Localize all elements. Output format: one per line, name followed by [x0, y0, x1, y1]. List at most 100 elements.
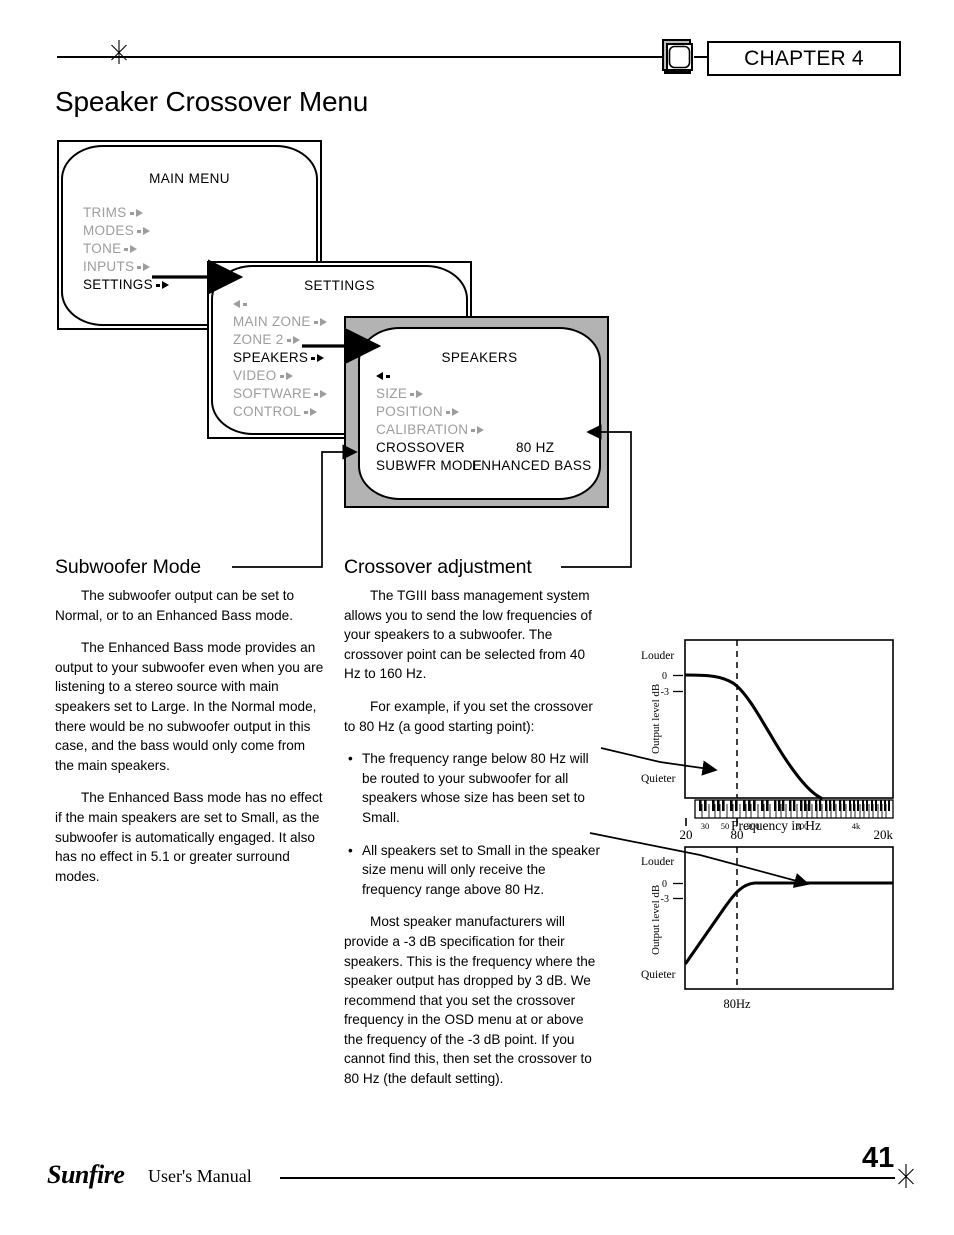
chevron-right-icon — [319, 318, 327, 327]
page-number: 41 — [862, 1142, 895, 1174]
chart-lowpass-response: Louder Quieter 0 -3 Output level dB 30 5… — [637, 636, 899, 841]
chevron-right-icon — [410, 393, 415, 396]
menu-item-inputs[interactable]: INPUTS — [83, 259, 151, 274]
menu-back-arrow[interactable] — [233, 296, 247, 311]
menu-item-label: CALIBRATION — [376, 422, 469, 437]
menu-item-software[interactable]: SOFTWARE — [233, 386, 328, 401]
footer-rule — [280, 1177, 895, 1179]
paragraph: For example, if you set the crossover to… — [344, 698, 593, 734]
menu-item-label: TRIMS — [83, 205, 127, 220]
chevron-right-icon — [129, 212, 134, 215]
chevron-right-icon — [143, 263, 151, 272]
yaxis-title: Output level dB — [650, 684, 662, 754]
chevron-right-icon — [143, 227, 151, 236]
bullet-list: The frequency range below 80 Hz will be … — [344, 749, 604, 899]
menu-item-trims[interactable]: TRIMS — [83, 205, 143, 220]
yaxis-title: Output level dB — [650, 885, 662, 955]
ylabel-louder: Louder — [641, 856, 674, 868]
asterisk-ornament-icon — [898, 1164, 914, 1188]
chapter-label: CHAPTER 4 — [744, 46, 864, 70]
chevron-right-icon — [286, 339, 291, 342]
menu-item-crossover[interactable]: CROSSOVER — [376, 440, 465, 455]
ylabel-quieter: Quieter — [641, 969, 676, 981]
menu-item-label: SPEAKERS — [233, 350, 309, 365]
osd-screen-content: SPEAKERS SIZE POSITION CALIBRATION CROSS… — [360, 329, 599, 498]
menu-item-video[interactable]: VIDEO — [233, 368, 293, 383]
back-arrow-icon — [243, 303, 247, 306]
chevron-right-icon — [124, 248, 129, 251]
paragraph: The TGIII bass management system allows … — [344, 588, 592, 682]
menu-item-zone-2[interactable]: ZONE 2 — [233, 332, 300, 347]
osd-tube: SPEAKERS SIZE POSITION CALIBRATION CROSS… — [358, 327, 601, 500]
menu-value-subwfr-mode[interactable]: ENHANCED BASS — [472, 458, 591, 473]
menu-item-position[interactable]: POSITION — [376, 404, 459, 419]
menu-item-control[interactable]: CONTROL — [233, 404, 318, 419]
chevron-right-icon — [135, 209, 143, 218]
osd-title-main-menu: MAIN MENU — [149, 171, 230, 186]
column-subwoofer-mode: The subwoofer output can be set to Norma… — [55, 586, 327, 899]
back-arrow-icon — [376, 372, 383, 381]
ytick-0: 0 — [662, 671, 667, 682]
highpass-curve — [684, 881, 894, 965]
tv-monitor-icon — [662, 39, 693, 74]
page-title: Speaker Crossover Menu — [55, 86, 369, 117]
heading-crossover-adjustment: Crossover adjustment — [344, 556, 532, 578]
menu-item-label: ZONE 2 — [233, 332, 284, 347]
chevron-right-icon — [445, 411, 450, 414]
menu-item-calibration[interactable]: CALIBRATION — [376, 422, 485, 437]
ktick-4k: 4k — [852, 821, 861, 831]
chevron-right-icon — [477, 426, 485, 435]
chevron-right-icon — [471, 429, 476, 432]
chevron-right-icon — [137, 266, 142, 269]
chart-highpass-response: Louder Quieter 0 -3 Output level dB 80Hz — [637, 843, 899, 1018]
chevron-right-icon — [130, 245, 138, 254]
menu-item-label: CONTROL — [233, 404, 302, 419]
osd-screen-speakers: SPEAKERS SIZE POSITION CALIBRATION CROSS… — [344, 316, 609, 508]
chevron-right-icon — [320, 390, 328, 399]
chevron-right-icon — [311, 357, 316, 360]
ytick-0: 0 — [662, 879, 667, 890]
back-arrow-icon — [386, 375, 390, 378]
menu-item-label: CROSSOVER — [376, 440, 465, 455]
xtick-20: 20 — [680, 827, 693, 841]
chevron-right-icon — [451, 408, 459, 417]
menu-item-label: INPUTS — [83, 259, 135, 274]
list-item: All speakers set to Small in the speaker… — [344, 841, 604, 900]
xaxis-title: Frequency in Hz — [731, 818, 821, 833]
paragraph: The Enhanced Bass mode provides an outpu… — [55, 640, 324, 773]
heading-subwoofer-mode: Subwoofer Mode — [55, 556, 202, 578]
menu-item-tone[interactable]: TONE — [83, 241, 138, 256]
menu-item-label: SUBWFR MODE — [376, 458, 483, 473]
piano-keyboard-scale — [694, 799, 894, 819]
menu-item-label: TONE — [83, 241, 122, 256]
chevron-right-icon — [137, 230, 142, 233]
chevron-right-icon — [292, 336, 300, 345]
menu-item-label: SETTINGS — [83, 277, 153, 292]
menu-item-label: MODES — [83, 223, 135, 238]
chevron-right-icon — [285, 372, 293, 381]
menu-item-size[interactable]: SIZE — [376, 386, 424, 401]
menu-value-crossover[interactable]: 80 HZ — [516, 440, 554, 455]
manual-page: CHAPTER 4 Speaker Crossover Menu MAIN ME… — [0, 0, 954, 1235]
chevron-right-icon — [310, 408, 318, 417]
list-item: The frequency range below 80 Hz will be … — [344, 749, 604, 827]
chevron-right-icon — [317, 354, 325, 363]
paragraph: The Enhanced Bass mode has no effect if … — [55, 790, 323, 884]
ktick-50: 50 — [721, 821, 730, 831]
menu-item-label: POSITION — [376, 404, 443, 419]
chevron-right-icon — [416, 390, 424, 399]
menu-item-settings[interactable]: SETTINGS — [83, 277, 169, 292]
leader-subwoofer-mode — [232, 444, 358, 568]
manual-label: User's Manual — [148, 1166, 252, 1186]
chevron-right-icon — [314, 393, 319, 396]
menu-item-main-zone[interactable]: MAIN ZONE — [233, 314, 327, 329]
paragraph: Most speaker manufacturers will provide … — [344, 914, 596, 1087]
menu-back-arrow[interactable] — [376, 368, 390, 383]
menu-item-modes[interactable]: MODES — [83, 223, 151, 238]
menu-item-speakers[interactable]: SPEAKERS — [233, 350, 325, 365]
paragraph: The subwoofer output can be set to Norma… — [55, 588, 295, 623]
menu-item-subwfr-mode[interactable]: SUBWFR MODE — [376, 458, 482, 473]
ylabel-quieter: Quieter — [641, 773, 676, 785]
column-crossover-adjustment: The TGIII bass management system allows … — [344, 586, 604, 1102]
chevron-right-icon — [155, 284, 160, 287]
